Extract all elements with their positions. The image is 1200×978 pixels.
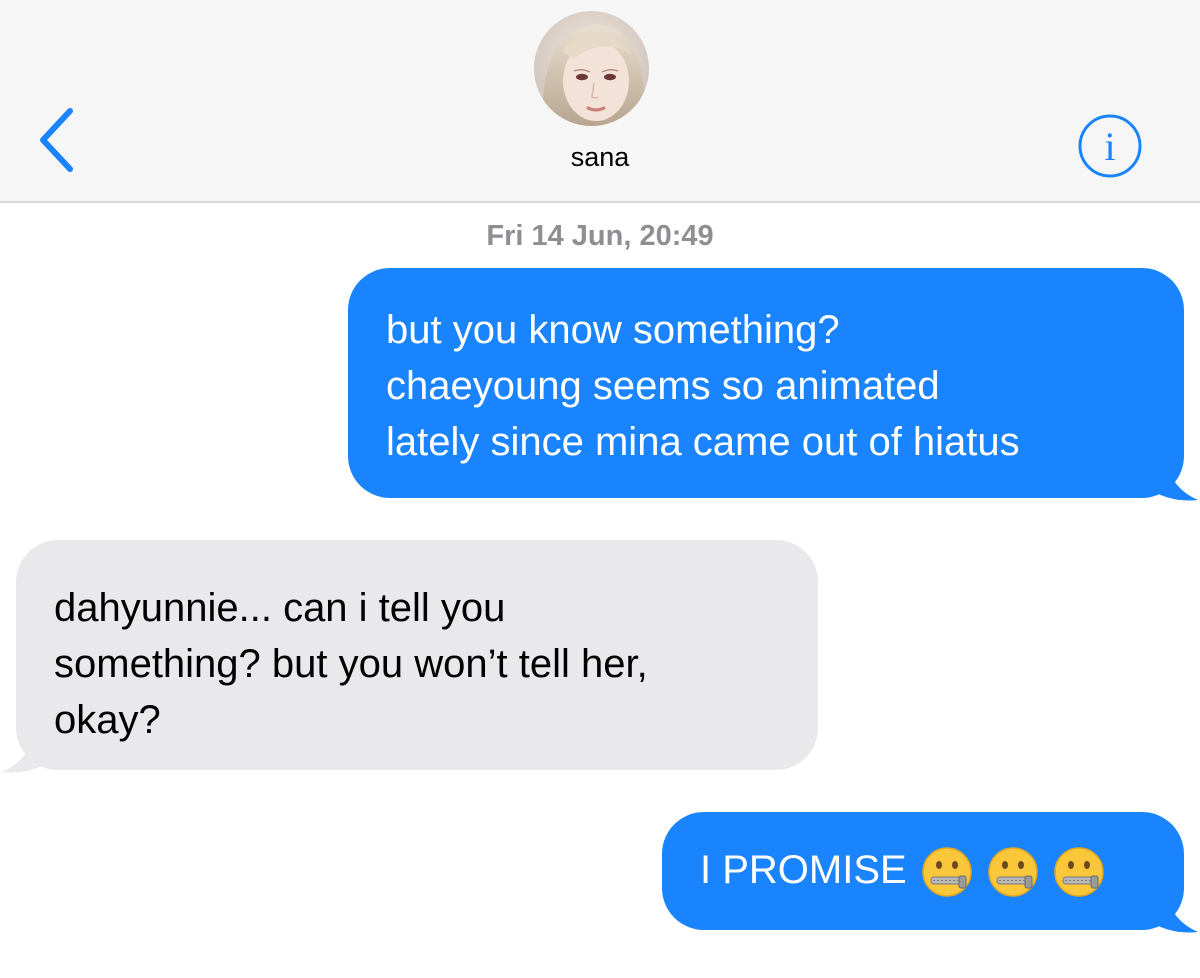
message-line: lately since mina came out of hiatus bbox=[386, 420, 1020, 464]
message-line: dahyunnie... can i tell you bbox=[54, 586, 506, 630]
info-button[interactable]: i bbox=[1076, 112, 1144, 180]
avatar[interactable] bbox=[534, 11, 649, 126]
message-text: I PROMISE bbox=[700, 848, 907, 892]
message-line: I PROMISE bbox=[700, 842, 1146, 898]
message-line: something? but you won’t tell her, bbox=[54, 642, 648, 686]
zipper-mouth-face-icon bbox=[1053, 847, 1104, 898]
zipper-mouth-face-icon bbox=[921, 847, 972, 898]
svg-text:i: i bbox=[1104, 124, 1115, 169]
sent-message-bubble[interactable]: but you know something? chaeyoung seems … bbox=[348, 268, 1184, 498]
zipper-mouth-face-icon bbox=[987, 847, 1038, 898]
received-message-bubble[interactable]: dahyunnie... can i tell you something? b… bbox=[16, 540, 818, 770]
info-icon: i bbox=[1078, 114, 1142, 178]
message-line: but you know something? bbox=[386, 308, 840, 352]
message-timestamp: Fri 14 Jun, 20:49 bbox=[486, 220, 714, 252]
emoji-group bbox=[921, 846, 1105, 898]
message-line: okay? bbox=[54, 698, 161, 742]
sent-message-bubble[interactable]: I PROMISE bbox=[662, 812, 1184, 930]
contact-name[interactable]: sana bbox=[0, 142, 1200, 173]
message-line: chaeyoung seems so animated bbox=[386, 364, 940, 408]
conversation-header: sana i bbox=[0, 0, 1200, 203]
